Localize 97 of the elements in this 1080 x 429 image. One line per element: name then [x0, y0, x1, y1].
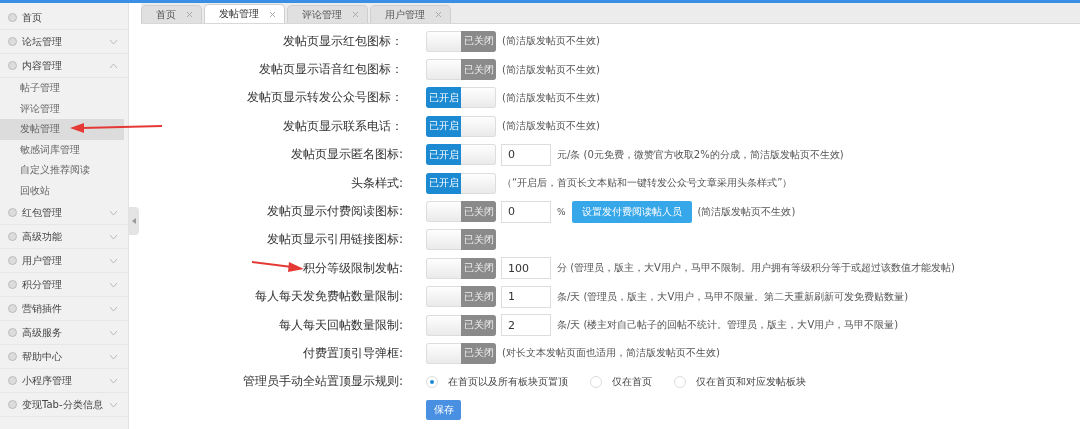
- sidebar-item[interactable]: 营销插件: [0, 297, 128, 321]
- sidebar-item[interactable]: 变现Tab-分类信息: [0, 393, 128, 417]
- sidebar-item[interactable]: 用户管理: [0, 249, 128, 273]
- chevron-down-icon: [109, 233, 118, 240]
- chevron-down-icon: [109, 377, 118, 384]
- hint-text: (简洁版发帖页不生效): [502, 90, 600, 105]
- toggle-switch[interactable]: 已关闭: [426, 257, 496, 279]
- bullet-icon: [8, 13, 17, 22]
- bullet-icon: [8, 61, 17, 70]
- bullet-icon: [8, 400, 17, 409]
- field-label: 每人每天回帖数量限制:: [278, 316, 403, 334]
- sidebar-subitem[interactable]: 帖子管理: [0, 78, 128, 99]
- bullet-icon: [8, 352, 17, 361]
- bullet-icon: [8, 256, 17, 265]
- toggle-switch[interactable]: 已关闭: [426, 343, 496, 364]
- hint-text: (简洁版发帖页不生效): [502, 62, 600, 77]
- sidebar-item[interactable]: 帮助中心: [0, 345, 128, 369]
- field-label: 发帖页显示联系电话：: [283, 117, 403, 135]
- field-label: 管理员手动全站置顶显示规则:: [242, 373, 403, 391]
- hint-text: 条/天 (楼主对自己帖子的回帖不统计。管理员，版主，大V用户，马甲不限量): [557, 318, 899, 333]
- chevron-down-icon: [109, 329, 118, 336]
- chevron-down-icon: [109, 353, 118, 360]
- toggle-switch[interactable]: 已开启: [426, 87, 496, 109]
- hint-text: 分 (管理员，版主，大V用户，马甲不限制。用户拥有等级积分等于或超过该数值才能发帖): [557, 261, 955, 276]
- chevron-down-icon: [109, 401, 118, 408]
- field-label: 发帖页显示转发公众号图标：: [247, 89, 403, 107]
- chevron-down-icon: [109, 209, 118, 216]
- tab[interactable]: 评论管理: [287, 5, 368, 23]
- sidebar-subitem[interactable]: 敏感词库管理: [0, 139, 128, 160]
- radio-option[interactable]: 仅在首页和对应发帖板块: [674, 374, 806, 389]
- sidebar-item[interactable]: 红包管理: [0, 201, 128, 225]
- toggle-switch[interactable]: 已关闭: [426, 30, 496, 52]
- sidebar-subitem[interactable]: 评论管理: [0, 98, 128, 119]
- sidebar-subitem[interactable]: 回收站: [0, 180, 128, 201]
- sidebar-item[interactable]: 积分管理: [0, 273, 128, 297]
- field-label: 发帖页显示匿名图标:: [290, 146, 403, 164]
- bullet-icon: [8, 280, 17, 289]
- toggle-switch[interactable]: 已开启: [426, 115, 496, 137]
- tab[interactable]: 首页: [141, 5, 202, 23]
- hint-text: （“开启后，首页长文本贴和一键转发公众号文章采用头条样式”）: [502, 176, 793, 191]
- input-field[interactable]: 1: [501, 285, 551, 308]
- chevron-down-icon: [109, 281, 118, 288]
- sidebar-item[interactable]: 首页: [0, 6, 128, 30]
- collapse-handle[interactable]: [129, 207, 139, 235]
- field-label: 发帖页显示语音红包图标：: [259, 61, 403, 79]
- field-label: 发帖页显示红包图标：: [283, 32, 403, 50]
- toggle-switch[interactable]: 已开启: [426, 172, 496, 194]
- chevron-up-icon: [109, 62, 118, 69]
- hint-text: 元/条 (0元免费，微赞官方收取2%的分成，简洁版发帖页不生效): [557, 147, 844, 162]
- field-label: 发帖页显示引用链接图标:: [266, 231, 403, 249]
- hint-text: (简洁版发帖页不生效): [502, 34, 600, 49]
- input-field[interactable]: 2: [501, 314, 551, 337]
- close-icon[interactable]: [435, 11, 442, 18]
- input-field[interactable]: 0: [501, 200, 551, 223]
- close-icon[interactable]: [186, 11, 193, 18]
- radio-option[interactable]: 在首页以及所有板块页置顶: [426, 374, 568, 389]
- field-label: 头条样式:: [350, 174, 403, 192]
- sidebar-item[interactable]: 高级功能: [0, 225, 128, 249]
- toggle-switch[interactable]: 已关闭: [426, 201, 496, 223]
- sidebar-subitem[interactable]: 发帖管理: [0, 119, 124, 140]
- field-label: 每人每天发免费帖数量限制:: [254, 288, 403, 306]
- radio-option[interactable]: 仅在首页: [590, 374, 652, 389]
- field-label: 付费置顶引导弹框:: [302, 345, 403, 362]
- input-field[interactable]: 0: [501, 143, 551, 166]
- chevron-down-icon: [109, 257, 118, 264]
- hint-text: (简洁版发帖页不生效): [502, 119, 600, 134]
- sidebar-item[interactable]: 高级服务: [0, 321, 128, 345]
- hint-text: 条/天 (管理员，版主，大V用户，马甲不限量。第二天重新刷新可发免费贴数量): [557, 289, 909, 304]
- close-icon[interactable]: [269, 10, 276, 18]
- unit-label: %: [557, 206, 566, 217]
- field-label: 积分等级限制发帖:: [302, 259, 403, 277]
- tab[interactable]: 用户管理: [370, 5, 451, 23]
- annotation-arrow: [252, 259, 304, 273]
- chevron-down-icon: [109, 305, 118, 312]
- toggle-switch[interactable]: 已关闭: [426, 286, 496, 308]
- hint-text: (简洁版发帖页不生效): [697, 204, 796, 219]
- tab[interactable]: 发帖管理: [204, 4, 285, 23]
- close-icon[interactable]: [352, 11, 359, 18]
- toggle-switch[interactable]: 已关闭: [426, 59, 496, 81]
- sidebar-item[interactable]: 论坛管理: [0, 30, 128, 54]
- sidebar-item[interactable]: 小程序管理: [0, 369, 128, 393]
- hint-text: (对长文本发帖页面也适用，简洁版发帖页不生效): [502, 346, 720, 361]
- toggle-switch[interactable]: 已开启: [426, 144, 496, 166]
- sidebar-item[interactable]: 内容管理: [0, 54, 128, 78]
- bullet-icon: [8, 304, 17, 313]
- save-button[interactable]: 保存: [426, 400, 461, 421]
- bullet-icon: [8, 328, 17, 337]
- chevron-down-icon: [109, 38, 118, 45]
- input-field[interactable]: 100: [501, 257, 551, 280]
- toggle-switch[interactable]: 已关闭: [426, 314, 496, 336]
- bullet-icon: [8, 232, 17, 241]
- sidebar-subitem[interactable]: 自定义推荐阅读: [0, 160, 128, 181]
- bullet-icon: [8, 208, 17, 217]
- bullet-icon: [8, 37, 17, 46]
- toggle-switch[interactable]: 已关闭: [426, 229, 496, 251]
- bullet-icon: [8, 376, 17, 385]
- field-label: 发帖页显示付费阅读图标:: [266, 203, 403, 221]
